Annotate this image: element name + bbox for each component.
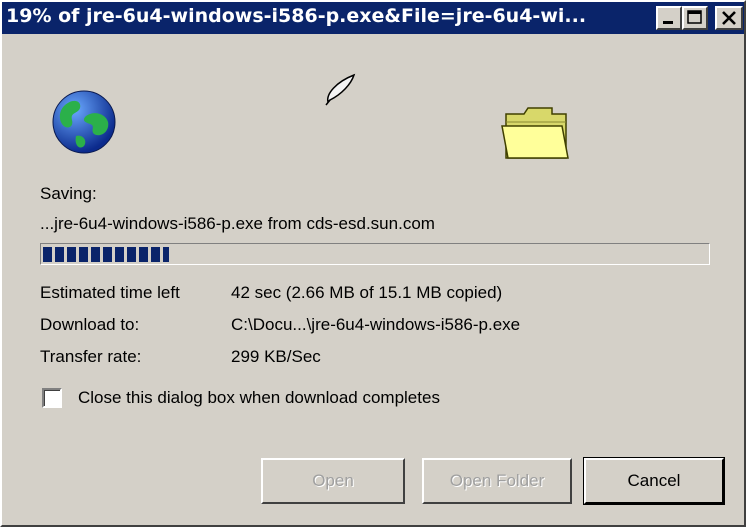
close-icon (722, 11, 736, 25)
download-to-label: Download to: (40, 315, 140, 334)
folder-icon (501, 107, 569, 159)
quill-icon (325, 73, 356, 106)
download-to-value: C:\Docu...\jre-6u4-windows-i586-p.exe (231, 315, 521, 334)
estimated-time-label: Estimated time left (40, 283, 180, 302)
maximize-button[interactable] (682, 6, 708, 30)
close-on-complete-label[interactable]: Close this dialog box when download comp… (78, 388, 440, 408)
minimize-icon (663, 21, 673, 24)
title-bar[interactable]: 19% of jre-6u4-windows-i586-p.exe&File=j… (2, 2, 744, 34)
saving-label: Saving: (40, 184, 97, 203)
minimize-button[interactable] (656, 6, 682, 30)
transfer-rate-value: 299 KB/Sec (231, 347, 321, 366)
globe-icon (52, 90, 116, 154)
close-on-complete-checkbox[interactable] (42, 388, 62, 408)
download-dialog: 19% of jre-6u4-windows-i586-p.exe&File=j… (0, 0, 746, 527)
open-folder-button[interactable]: Open Folder (422, 458, 572, 504)
open-button[interactable]: Open (261, 458, 405, 504)
close-button[interactable] (715, 6, 743, 30)
estimated-time-value: 42 sec (2.66 MB of 15.1 MB copied) (231, 283, 503, 302)
cancel-button[interactable]: Cancel (583, 457, 725, 505)
progress-fill (43, 247, 169, 262)
transfer-rate-label: Transfer rate: (40, 347, 142, 366)
window-title: 19% of jre-6u4-windows-i586-p.exe&File=j… (6, 5, 587, 27)
maximize-icon (687, 10, 702, 24)
download-progress-bar (40, 243, 710, 265)
saving-file-text: ...jre-6u4-windows-i586-p.exe from cds-e… (40, 214, 435, 233)
